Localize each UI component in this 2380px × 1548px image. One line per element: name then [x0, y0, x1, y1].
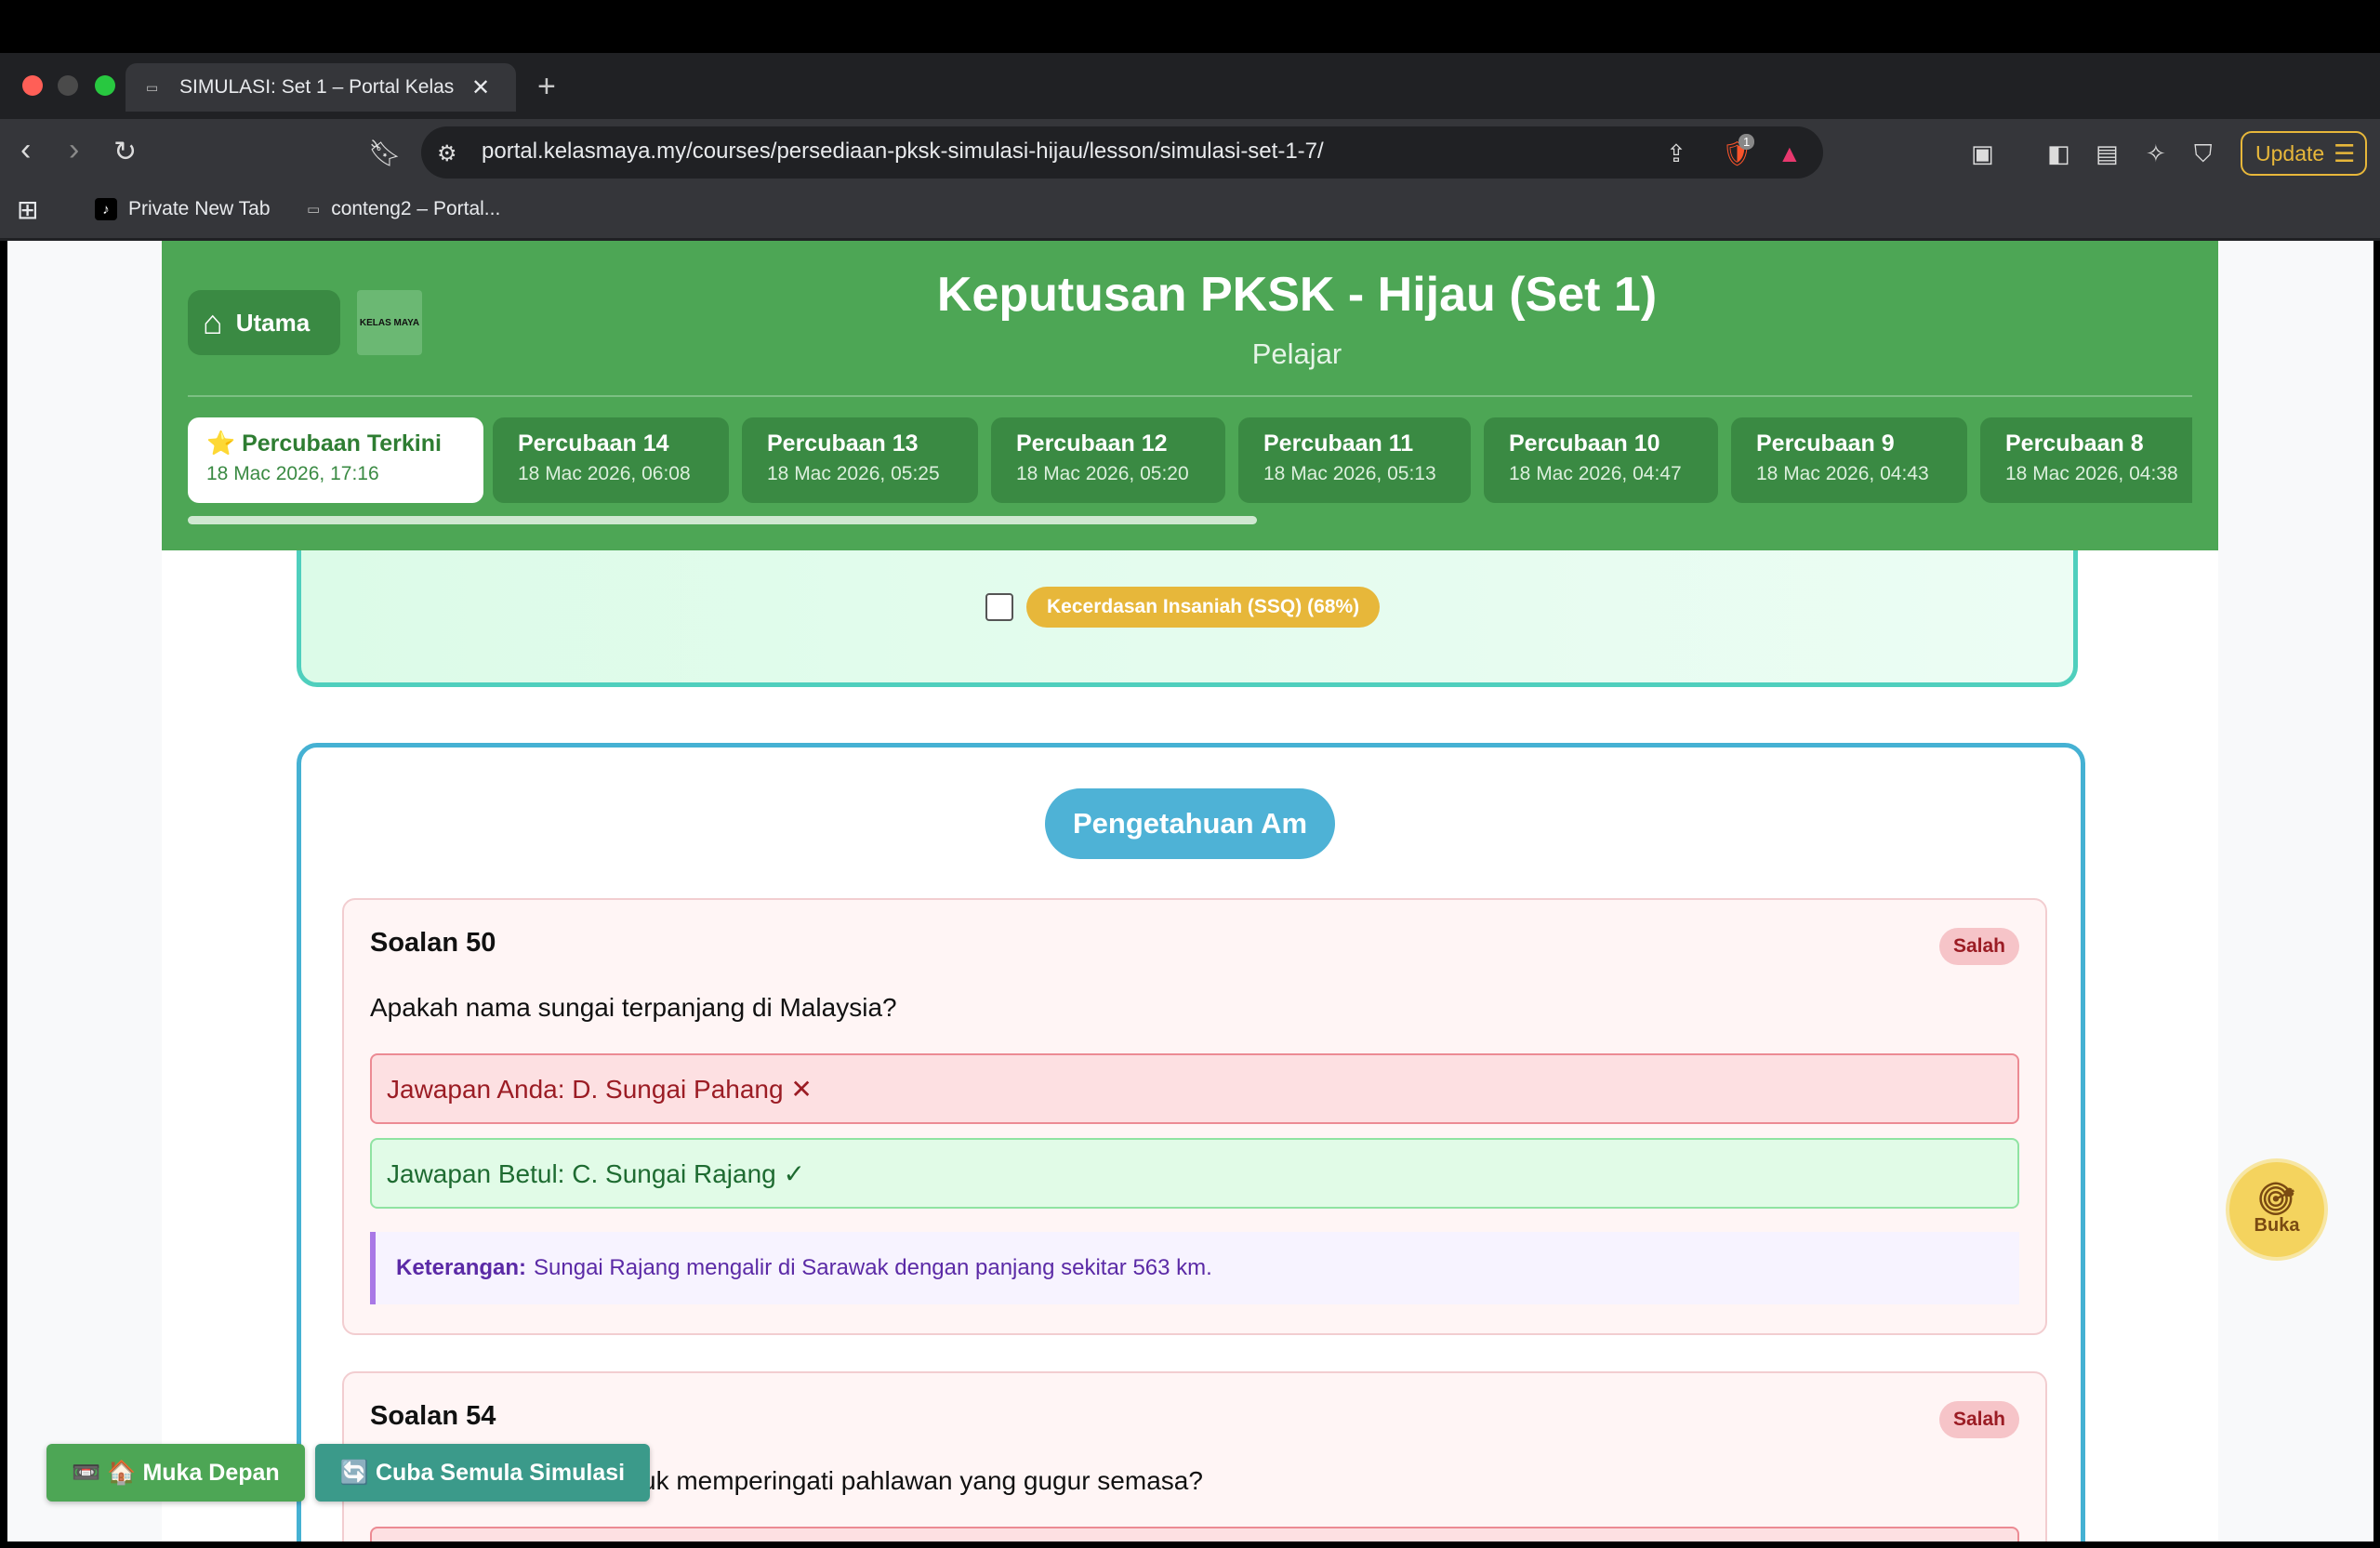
note-label: Keterangan:	[396, 1255, 527, 1280]
reader-mode-icon[interactable]: ▣	[1971, 139, 1994, 168]
muka-depan-button[interactable]: 📼 🏠 Muka Depan	[46, 1444, 305, 1502]
your-answer	[370, 1527, 2019, 1541]
os-menubar	[0, 0, 2380, 53]
explanation-note: Keterangan: Sungai Rajang mengalir di Sa…	[370, 1232, 2019, 1304]
ssq-badge[interactable]: Kecerdasan Insaniah (SSQ) (68%)	[1026, 587, 1381, 628]
question-card: Soalan 50 Salah Apakah nama sungai terpa…	[342, 898, 2047, 1335]
question-text: Apakah nama sungai terpanjang di Malaysi…	[370, 993, 897, 1022]
attempt-date: 18 Mac 2026, 04:38	[2005, 463, 2178, 484]
attempt-name: Percubaan 14	[518, 430, 669, 456]
attempt-name: Percubaan 13	[767, 430, 919, 456]
target-icon: 🎯︎	[2256, 1181, 2297, 1217]
tab-attempt-11[interactable]: Percubaan 11 18 Mac 2026, 05:13	[1238, 417, 1471, 503]
bookmark-label: Private New Tab	[128, 198, 271, 219]
attempt-tabs-scrollbar[interactable]	[188, 516, 1257, 524]
window-minimize-button[interactable]	[58, 75, 78, 96]
page-subtitle: Pelajar	[1251, 337, 1342, 370]
tab-attempt-13[interactable]: Percubaan 13 18 Mac 2026, 05:25	[742, 417, 978, 503]
tab-close-icon[interactable]: ✕	[471, 74, 490, 101]
question-text: uk memperingati pahlawan yang gugur sema…	[641, 1466, 1203, 1495]
tab-attempt-10[interactable]: Percubaan 10 18 Mac 2026, 04:47	[1484, 417, 1718, 503]
tab-attempt-9[interactable]: Percubaan 9 18 Mac 2026, 04:43	[1731, 417, 1967, 503]
share-icon[interactable]: ⇪	[1666, 139, 1686, 168]
shield-count-badge: 1	[1739, 134, 1755, 150]
sidebar-icon[interactable]: ◧	[2047, 139, 2070, 168]
results-header: ⌂ Utama KELAS MAYA Keputusan PKSK - Hija…	[162, 241, 2218, 550]
new-tab-button[interactable]: +	[537, 69, 556, 105]
tab-favicon-icon: ▭	[146, 79, 159, 95]
page-title: Keputusan PKSK - Hijau (Set 1)	[936, 268, 1658, 322]
bookmark-icon[interactable]: 🔖︎	[368, 138, 402, 168]
open-panel-button[interactable]: 🎯︎ Buka	[2226, 1158, 2328, 1261]
section-title: Pengetahuan Am	[1045, 788, 1335, 859]
leo-ai-icon[interactable]: ✧	[2146, 139, 2166, 168]
open-label: Buka	[2254, 1214, 2300, 1236]
web-page: Kecerdasan Insaniah (SSQ) (68%) Pengetah…	[7, 241, 2373, 1541]
question-number: Soalan 50	[370, 928, 496, 958]
tab-title: SIMULASI: Set 1 – Portal Kelas	[179, 76, 455, 98]
update-button[interactable]: Update ☰	[2241, 131, 2367, 176]
reload-icon[interactable]: ↻	[113, 136, 137, 168]
rewards-icon[interactable]: ▲	[1778, 139, 1802, 168]
attempt-date: 18 Mac 2026, 05:13	[1263, 463, 1436, 484]
bookmark-favicon-icon: ▭	[307, 202, 321, 218]
update-label: Update	[2255, 140, 2325, 165]
browser-tab-active[interactable]: ▭ SIMULASI: Set 1 – Portal Kelas ✕	[126, 63, 516, 112]
attempt-date: 18 Mac 2026, 17:16	[206, 463, 379, 484]
apps-grid-icon[interactable]: ⊞	[17, 194, 38, 225]
tiktok-icon: ♪	[95, 198, 117, 220]
attempt-name: ⭐ Percubaan Terkini	[206, 430, 442, 456]
header-divider	[188, 395, 2192, 397]
status-badge: Salah	[1938, 1401, 2019, 1438]
vpn-icon[interactable]: ⛉	[2194, 139, 2213, 169]
ssq-checkbox[interactable]	[985, 593, 1013, 621]
attempt-date: 18 Mac 2026, 06:08	[518, 463, 691, 484]
wallet-icon[interactable]: ▤	[2096, 139, 2119, 168]
window-maximize-button[interactable]	[95, 75, 115, 96]
bookmark-private-new-tab[interactable]: ♪ Private New Tab	[95, 198, 271, 220]
forward-icon[interactable]: ›	[69, 132, 79, 168]
retry-simulation-button[interactable]: 🔄 Cuba Semula Simulasi	[315, 1444, 650, 1502]
attempt-name: Percubaan 9	[1756, 430, 1895, 456]
tab-attempt-12[interactable]: Percubaan 12 18 Mac 2026, 05:20	[991, 417, 1225, 503]
correct-answer: Jawapan Betul: C. Sungai Rajang ✓	[370, 1138, 2019, 1209]
attempt-date: 18 Mac 2026, 04:47	[1509, 463, 1682, 484]
window-close-button[interactable]	[22, 75, 43, 96]
attempt-date: 18 Mac 2026, 04:43	[1756, 463, 1929, 484]
note-text: Sungai Rajang mengalir di Sarawak dengan…	[534, 1255, 1212, 1280]
your-answer: Jawapan Anda: D. Sungai Pahang ✕	[370, 1053, 2019, 1124]
tab-attempt-latest[interactable]: ⭐ Percubaan Terkini 18 Mac 2026, 17:16	[188, 417, 483, 503]
status-badge: Salah	[1938, 928, 2019, 965]
back-icon[interactable]: ‹	[20, 132, 31, 168]
attempt-name: Percubaan 10	[1509, 430, 1660, 456]
site-settings-icon[interactable]: ⚙︎	[437, 140, 457, 167]
attempt-name: Percubaan 11	[1263, 430, 1414, 456]
bookmark-conteng2[interactable]: ▭ conteng2 – Portal...	[307, 198, 500, 220]
attempt-date: 18 Mac 2026, 05:20	[1016, 463, 1189, 484]
url-text[interactable]: portal.kelasmaya.my/courses/persediaan-p…	[482, 139, 1324, 165]
menu-icon: ☰	[2334, 139, 2356, 167]
attempt-tabs: ⭐ Percubaan Terkini 18 Mac 2026, 17:16 P…	[188, 417, 2192, 503]
skill-filter-row: Kecerdasan Insaniah (SSQ) (68%)	[985, 587, 1381, 628]
question-number: Soalan 54	[370, 1401, 496, 1431]
tab-attempt-8[interactable]: Percubaan 8 18 Mac 2026, 04:38	[1980, 417, 2192, 503]
attempt-date: 18 Mac 2026, 05:25	[767, 463, 940, 484]
tab-attempt-14[interactable]: Percubaan 14 18 Mac 2026, 06:08	[493, 417, 729, 503]
bookmark-label: conteng2 – Portal...	[331, 198, 501, 219]
attempt-name: Percubaan 8	[2005, 430, 2144, 456]
attempt-name: Percubaan 12	[1016, 430, 1168, 456]
